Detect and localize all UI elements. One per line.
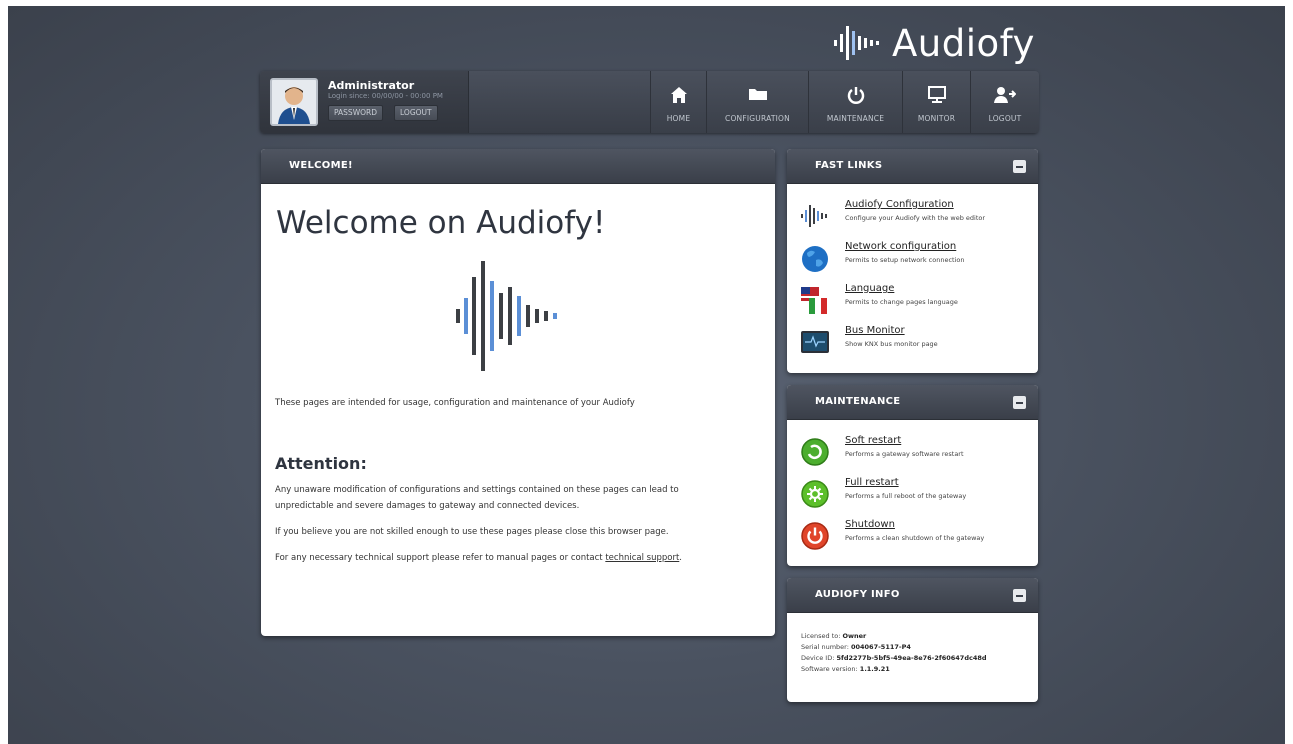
info-device-value: 5fd2277b-5bf5-49ea-8e76-2f60647dc48d bbox=[836, 654, 987, 662]
soft-restart-icon bbox=[801, 438, 829, 466]
info-licensed: Licensed to: Owner bbox=[801, 632, 866, 640]
nav-monitor-label: MONITOR bbox=[917, 114, 956, 123]
nav-maintenance-button[interactable]: MAINTENANCE bbox=[808, 71, 902, 133]
user-logout-icon bbox=[994, 87, 1016, 103]
support-text: For any necessary technical support plea… bbox=[275, 553, 682, 563]
audiofy-info-header: AUDIOFY INFO bbox=[787, 578, 1038, 613]
user-panel: Administrator Login since: 00/00/00 - 00… bbox=[260, 71, 469, 133]
audiofy-info-collapse-button[interactable] bbox=[1013, 589, 1026, 602]
folder-icon bbox=[748, 89, 767, 100]
last-login-text: Login since: 00/00/00 - 00:00 PM bbox=[328, 92, 443, 100]
maintenance-desc: Performs a clean shutdown of the gateway bbox=[845, 534, 985, 542]
nav-monitor-button[interactable]: MONITOR bbox=[902, 71, 970, 133]
info-software: Software version: 1.1.9.21 bbox=[801, 665, 890, 673]
fast-link-title[interactable]: Bus Monitor bbox=[845, 325, 905, 336]
technical-support-link[interactable]: technical support bbox=[605, 553, 679, 563]
intro-text: These pages are intended for usage, conf… bbox=[275, 398, 635, 408]
monitor-icon bbox=[927, 86, 946, 103]
info-serial-label: Serial number: bbox=[801, 643, 851, 651]
audiofy-waveform-icon bbox=[456, 261, 557, 371]
attention-heading: Attention: bbox=[275, 454, 367, 473]
info-licensed-value: Owner bbox=[842, 632, 867, 640]
info-device-label: Device ID: bbox=[801, 654, 837, 662]
monitor-screen-icon bbox=[801, 331, 829, 353]
info-software-value: 1.1.9.21 bbox=[859, 665, 890, 673]
fast-link-desc: Configure your Audiofy with the web edit… bbox=[845, 214, 986, 222]
user-avatar-icon bbox=[272, 80, 316, 124]
welcome-panel-header: WELCOME! bbox=[261, 149, 775, 184]
info-serial: Serial number: 004067-5117-P4 bbox=[801, 643, 911, 651]
nav-maintenance-label: MAINTENANCE bbox=[826, 114, 885, 123]
support-prefix: For any necessary technical support plea… bbox=[275, 553, 606, 563]
fast-link-desc: Permits to setup network connection bbox=[845, 256, 965, 264]
fast-link-desc: Show KNX bus monitor page bbox=[845, 340, 938, 348]
audiofy-info-title: AUDIOFY INFO bbox=[815, 589, 900, 600]
fast-links-title: FAST LINKS bbox=[815, 160, 883, 171]
shutdown-icon bbox=[801, 522, 829, 550]
skill-note-text: If you believe you are not skilled enoug… bbox=[275, 527, 669, 537]
waveform-logo-icon bbox=[834, 26, 879, 60]
maintenance-header: MAINTENANCE bbox=[787, 385, 1038, 420]
nav-home-button[interactable]: HOME bbox=[650, 71, 706, 133]
attention-text-line2: unpredictable and severe damages to gate… bbox=[275, 501, 580, 511]
globe-icon bbox=[802, 246, 828, 272]
info-serial-value: 004067-5117-P4 bbox=[850, 643, 911, 651]
fast-link-title[interactable]: Network configuration bbox=[845, 241, 956, 252]
nav-configuration-label: CONFIGURATION bbox=[725, 114, 790, 123]
maintenance-title-text[interactable]: Full restart bbox=[845, 477, 899, 488]
maintenance-desc: Performs a gateway software restart bbox=[845, 450, 964, 458]
maintenance-title-text[interactable]: Shutdown bbox=[845, 519, 895, 530]
password-button[interactable]: PASSWORD bbox=[328, 105, 384, 121]
info-software-label: Software version: bbox=[801, 665, 860, 673]
logo-text: Audiofy bbox=[892, 21, 1035, 65]
nav-home-label: HOME bbox=[666, 114, 691, 123]
audiofy-logo: Audiofy bbox=[834, 18, 1035, 68]
nav-logout-button[interactable]: LOGOUT bbox=[970, 71, 1039, 133]
support-suffix: . bbox=[679, 553, 682, 563]
top-navigation-bar: Administrator Login since: 00/00/00 - 00… bbox=[260, 71, 1039, 133]
flags-icon bbox=[801, 287, 827, 314]
full-restart-icon bbox=[801, 480, 829, 508]
attention-text-line1: Any unaware modification of configuratio… bbox=[275, 485, 679, 495]
fast-link-title[interactable]: Audiofy Configuration bbox=[845, 199, 954, 210]
waveform-icon bbox=[801, 205, 827, 227]
user-logout-button[interactable]: LOGOUT bbox=[394, 105, 438, 121]
fast-link-title[interactable]: Language bbox=[845, 283, 894, 294]
maintenance-title: MAINTENANCE bbox=[815, 396, 901, 407]
maintenance-title-text[interactable]: Soft restart bbox=[845, 435, 901, 446]
fast-link-desc: Permits to change pages language bbox=[845, 298, 958, 306]
fast-links-header: FAST LINKS bbox=[787, 149, 1038, 184]
audiofy-info-panel: AUDIOFY INFO Licensed to: Owner Serial n… bbox=[787, 578, 1038, 702]
user-name: Administrator bbox=[328, 79, 415, 92]
fast-links-collapse-button[interactable] bbox=[1013, 160, 1026, 173]
fast-links-panel: FAST LINKS Audiofy Configuration Configu… bbox=[787, 149, 1038, 373]
page-background: Audiofy Administrator Login since: 00/00… bbox=[8, 6, 1285, 744]
power-icon bbox=[847, 87, 864, 104]
nav-logout-label: LOGOUT bbox=[988, 114, 1022, 123]
maintenance-desc: Performs a full reboot of the gateway bbox=[845, 492, 967, 500]
info-licensed-label: Licensed to: bbox=[801, 632, 843, 640]
nav-configuration-button[interactable]: CONFIGURATION bbox=[706, 71, 808, 133]
welcome-panel-title: WELCOME! bbox=[289, 160, 353, 171]
avatar bbox=[270, 78, 318, 126]
home-icon bbox=[670, 87, 687, 103]
maintenance-panel: MAINTENANCE Soft restart Performs a gate… bbox=[787, 385, 1038, 566]
welcome-panel: WELCOME! Welcome on Audiofy! These pages… bbox=[261, 149, 775, 636]
maintenance-collapse-button[interactable] bbox=[1013, 396, 1026, 409]
info-device-id: Device ID: 5fd2277b-5bf5-49ea-8e76-2f606… bbox=[801, 654, 987, 662]
welcome-heading: Welcome on Audiofy! bbox=[276, 205, 606, 241]
